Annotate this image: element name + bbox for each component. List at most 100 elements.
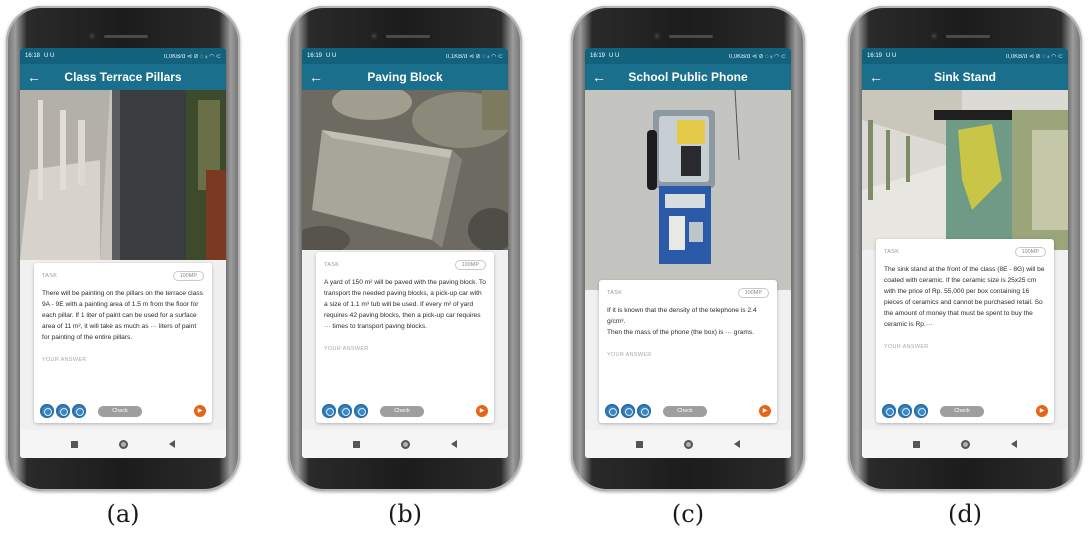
arrow-left-icon[interactable]: ← [27,68,41,86]
panel-caption: (b) [387,500,423,528]
app-bar: ← Sink Stand [862,64,1068,90]
answer-input[interactable]: YOUR ANSWER [42,357,204,363]
lightbulb-icon[interactable] [56,404,70,418]
points-badge: 100MP [737,288,769,298]
phone-frame: 16:19 U U 0,0KB/d ⊲ ⊘ ◌ ᵢₗ ◠ ⊂ ← School … [571,6,805,491]
square-icon[interactable] [635,440,643,448]
task-card: TASK 100MP There will be painting on the… [34,263,212,423]
phone-screen: 16:19 U U 0,0KB/d ⊲ ⊘ ◌ ᵢₗ ◠ ⊂ ← Sink St… [862,48,1068,458]
task-label: TASK [42,273,58,279]
panel-caption: (c) [671,500,705,528]
task-label: TASK [884,249,900,255]
check-button[interactable]: Check [380,405,424,417]
page-title: School Public Phone [628,70,748,84]
phone-frame: 16:18 U U 0,0KB/d ⊲ ⊘ ◌ ᵢₗ ◠ ⊂ ← Class T… [6,6,240,491]
status-bar: 16:19 U U 0,0KB/d ⊲ ⊘ ◌ ᵢₗ ◠ ⊂ [585,48,791,64]
points-badge: 100MP [172,271,204,281]
status-notification-icons: U U [609,53,620,59]
card-actions: Check ▶ [882,403,1048,419]
lightbulb-icon[interactable] [605,404,619,418]
status-notification-icons: U U [886,53,897,59]
lightbulb-icon[interactable] [72,404,86,418]
triangle-back-icon[interactable] [734,440,741,448]
phone-panel-a: 16:18 U U 0,0KB/d ⊲ ⊘ ◌ ᵢₗ ◠ ⊂ ← Class T… [0,0,246,541]
status-bar: 16:18 U U 0,0KB/d ⊲ ⊘ ◌ ᵢₗ ◠ ⊂ [20,48,226,64]
card-actions: Check ▶ [605,403,771,419]
arrow-left-icon[interactable]: ← [592,68,606,86]
triangle-back-icon[interactable] [169,440,176,448]
lightbulb-icon[interactable] [354,404,368,418]
circle-icon[interactable] [400,439,410,449]
phone-frame: 16:19 U U 0,0KB/d ⊲ ⊘ ◌ ᵢₗ ◠ ⊂ ← Sink St… [848,6,1082,491]
status-time: 16:18 [25,53,41,59]
status-network: 0,0KB/d ⊲ ⊘ ◌ ᵢₗ ◠ ⊂ [1005,53,1063,60]
lightbulb-icon[interactable] [621,404,635,418]
phone-panel-d: 16:19 U U 0,0KB/d ⊲ ⊘ ◌ ᵢₗ ◠ ⊂ ← Sink St… [842,0,1088,541]
page-title: Class Terrace Pillars [64,70,182,84]
lightbulb-icon[interactable] [898,404,912,418]
check-button[interactable]: Check [663,405,707,417]
task-photo-public-phone [585,90,791,290]
skip-forward-icon[interactable]: ▶ [1036,405,1048,417]
check-button[interactable]: Check [940,405,984,417]
task-card: TASK 100MP If it is known that the densi… [599,280,777,423]
lightbulb-icon[interactable] [40,404,54,418]
app-bar: ← School Public Phone [585,64,791,90]
panel-caption: (a) [106,500,140,528]
skip-forward-icon[interactable]: ▶ [759,405,771,417]
status-time: 16:19 [590,53,606,59]
android-nav-bar [302,430,508,458]
phone-screen: 16:19 U U 0,1KB/d ⊲ ⊘ ◌ ᵢₗ ◠ ⊂ ← Paving … [302,48,508,458]
task-text: A yard of 150 m² will be paved with the … [324,279,486,330]
circle-icon[interactable] [118,439,128,449]
status-network: 0,1KB/d ⊲ ⊘ ◌ ᵢₗ ◠ ⊂ [445,53,503,60]
lightbulb-icon[interactable] [914,404,928,418]
points-badge: 100MP [454,260,486,270]
square-icon[interactable] [352,440,360,448]
task-text: If it is known that the density of the t… [607,307,757,336]
square-icon[interactable] [912,440,920,448]
triangle-back-icon[interactable] [451,440,458,448]
camera-icon [653,32,661,40]
phone-panel-b: 16:19 U U 0,1KB/d ⊲ ⊘ ◌ ᵢₗ ◠ ⊂ ← Paving … [282,0,528,541]
lightbulb-icon[interactable] [637,404,651,418]
page-title: Paving Block [367,70,443,84]
lightbulb-icon[interactable] [338,404,352,418]
answer-input[interactable]: YOUR ANSWER [607,352,769,358]
card-actions: Check ▶ [40,403,206,419]
answer-input[interactable]: YOUR ANSWER [324,346,486,352]
task-card: TASK 100MP The sink stand at the front o… [876,239,1054,423]
camera-icon [930,32,938,40]
speaker-grille [669,35,713,38]
card-actions: Check ▶ [322,403,488,419]
triangle-back-icon[interactable] [1011,440,1018,448]
phone-frame: 16:19 U U 0,1KB/d ⊲ ⊘ ◌ ᵢₗ ◠ ⊂ ← Paving … [288,6,522,491]
circle-icon[interactable] [683,439,693,449]
app-bar: ← Paving Block [302,64,508,90]
page-title: Sink Stand [933,70,996,84]
arrow-left-icon[interactable]: ← [309,68,323,86]
task-text: There will be painting on the pillars on… [42,290,203,341]
status-time: 16:19 [867,53,883,59]
speaker-grille [104,35,148,38]
panel-caption: (d) [947,500,983,528]
task-label: TASK [324,262,340,268]
answer-input[interactable]: YOUR ANSWER [884,344,1046,350]
phone-screen: 16:19 U U 0,0KB/d ⊲ ⊘ ◌ ᵢₗ ◠ ⊂ ← School … [585,48,791,458]
task-card: TASK 100MP A yard of 150 m² will be pave… [316,252,494,423]
circle-icon[interactable] [960,439,970,449]
lightbulb-icon[interactable] [882,404,896,418]
check-button[interactable]: Check [98,405,142,417]
camera-icon [370,32,378,40]
arrow-left-icon[interactable]: ← [869,68,883,86]
skip-forward-icon[interactable]: ▶ [194,405,206,417]
phone-panel-c: 16:19 U U 0,0KB/d ⊲ ⊘ ◌ ᵢₗ ◠ ⊂ ← School … [565,0,811,541]
camera-icon [88,32,96,40]
speaker-grille [386,35,430,38]
square-icon[interactable] [70,440,78,448]
skip-forward-icon[interactable]: ▶ [476,405,488,417]
status-bar: 16:19 U U 0,0KB/d ⊲ ⊘ ◌ ᵢₗ ◠ ⊂ [862,48,1068,64]
lightbulb-icon[interactable] [322,404,336,418]
status-time: 16:19 [307,53,323,59]
status-notification-icons: U U [44,53,55,59]
